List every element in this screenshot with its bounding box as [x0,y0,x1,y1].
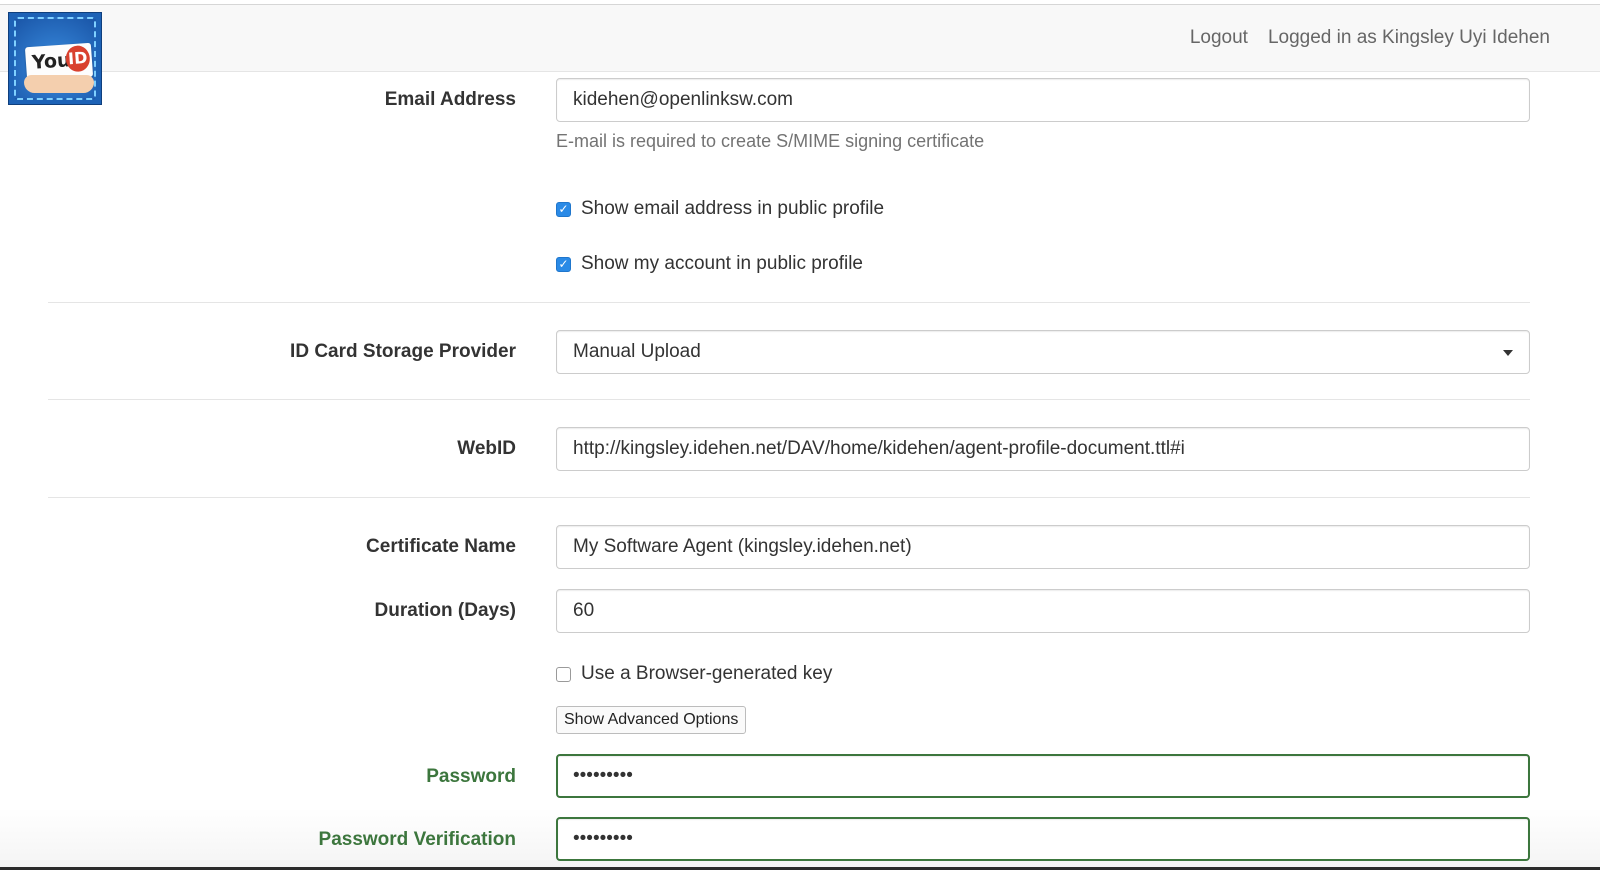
show-account-checkbox[interactable]: ✓ [556,256,571,272]
storage-provider-label: ID Card Storage Provider [290,341,516,362]
navbar: Logout Logged in as Kingsley Uyi Idehen [0,5,1600,72]
logo-text-id: ID [64,44,91,73]
divider [48,497,1530,498]
show-email-option[interactable]: ✓ Show email address in public profile [556,198,884,220]
logged-in-user-link[interactable]: Logged in as Kingsley Uyi Idehen [1268,27,1550,49]
certificate-name-label: Certificate Name [366,536,516,557]
password-verification-field[interactable]: ••••••••• [556,817,1530,861]
youid-logo[interactable]: You ID [8,12,102,105]
certificate-name-field[interactable]: My Software Agent (kingsley.idehen.net) [556,525,1530,569]
logo-badge: You ID [14,17,96,100]
password-label: Password [426,766,516,787]
email-label: Email Address [384,89,516,110]
show-advanced-options-button[interactable]: Show Advanced Options [556,706,747,734]
browser-key-checkbox[interactable] [556,666,571,682]
email-field[interactable]: kidehen@openlinksw.com [556,78,1530,122]
divider [48,302,1530,303]
show-account-label: Show my account in public profile [581,253,863,274]
logo-hand-icon [24,75,94,93]
password-verification-label: Password Verification [318,829,516,850]
below-window [0,870,1600,888]
caret-down-icon [1503,350,1513,356]
logout-link[interactable]: Logout [1190,27,1248,49]
show-account-option[interactable]: ✓ Show my account in public profile [556,253,863,275]
password-field[interactable]: ••••••••• [556,754,1530,798]
duration-label: Duration (Days) [374,600,516,621]
duration-field[interactable]: 60 [556,589,1530,633]
show-email-label: Show email address in public profile [581,198,885,219]
storage-provider-value: Manual Upload [573,341,701,362]
browser-key-label: Use a Browser-generated key [581,663,833,684]
webid-label: WebID [457,438,516,459]
storage-provider-select[interactable]: Manual Upload [556,330,1530,374]
browser-key-option[interactable]: Use a Browser-generated key [556,663,832,685]
show-email-checkbox[interactable]: ✓ [556,201,571,217]
divider [48,399,1530,400]
webid-field[interactable]: http://kingsley.idehen.net/DAV/home/kide… [556,427,1530,471]
email-help-text: E-mail is required to create S/MIME sign… [556,131,985,151]
nav-links: Logout Logged in as Kingsley Uyi Idehen [1190,5,1550,71]
